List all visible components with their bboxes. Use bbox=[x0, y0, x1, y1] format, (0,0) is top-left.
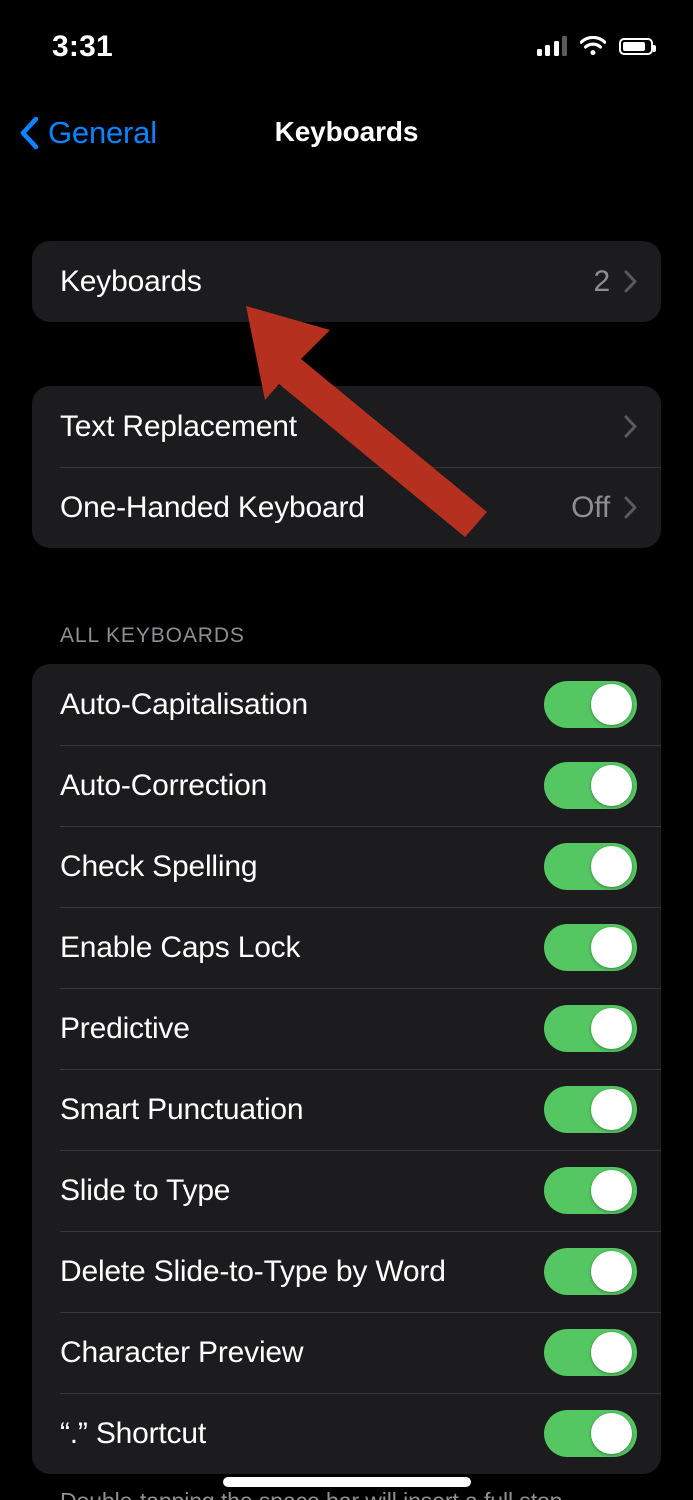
row-one-handed-keyboard[interactable]: One-Handed Keyboard Off bbox=[32, 467, 661, 548]
row-enable-caps-lock-label: Enable Caps Lock bbox=[60, 930, 301, 964]
chevron-right-icon bbox=[624, 496, 637, 519]
row-auto-correction[interactable]: Auto-Correction bbox=[32, 745, 661, 826]
row-delete-slide-to-type-by-word[interactable]: Delete Slide-to-Type by Word bbox=[32, 1231, 661, 1312]
row-keyboards-value: 2 bbox=[593, 264, 611, 298]
row-slide-to-type-control bbox=[544, 1167, 637, 1214]
battery-icon bbox=[619, 37, 656, 55]
row-auto-capitalisation-control bbox=[544, 681, 637, 728]
toggle-auto-correction[interactable] bbox=[544, 762, 637, 809]
row-check-spelling-control bbox=[544, 843, 637, 890]
row-check-spelling[interactable]: Check Spelling bbox=[32, 826, 661, 907]
toggle-enable-caps-lock[interactable] bbox=[544, 924, 637, 971]
row-enable-caps-lock[interactable]: Enable Caps Lock bbox=[32, 907, 661, 988]
toggle-character-preview[interactable] bbox=[544, 1329, 637, 1376]
keyboards-group-card: Keyboards 2 bbox=[32, 241, 661, 322]
row-auto-capitalisation[interactable]: Auto-Capitalisation bbox=[32, 664, 661, 745]
row-slide-to-type[interactable]: Slide to Type bbox=[32, 1150, 661, 1231]
row-text-replacement-label: Text Replacement bbox=[60, 409, 297, 443]
all-keyboards-card: Auto-Capitalisation Auto-Correction Chec… bbox=[32, 664, 661, 1474]
toggle-smart-punctuation[interactable] bbox=[544, 1086, 637, 1133]
row-keyboards-accessory: 2 bbox=[594, 265, 638, 299]
row-check-spelling-label: Check Spelling bbox=[60, 849, 258, 883]
row-delete-slide-to-type-by-word-label: Delete Slide-to-Type by Word bbox=[60, 1254, 446, 1288]
row-one-handed-keyboard-label: One-Handed Keyboard bbox=[60, 490, 365, 524]
home-indicator[interactable] bbox=[222, 1477, 471, 1487]
row-character-preview[interactable]: Character Preview bbox=[32, 1312, 661, 1393]
section-header-all-keyboards: ALL KEYBOARDS bbox=[60, 624, 245, 647]
cellular-signal-icon bbox=[536, 36, 567, 56]
toggle-period-shortcut[interactable] bbox=[544, 1410, 637, 1457]
status-bar: 3:31 bbox=[0, 0, 693, 92]
toggle-delete-slide-to-type-by-word[interactable] bbox=[544, 1248, 637, 1295]
row-period-shortcut-label: “.” Shortcut bbox=[60, 1416, 206, 1450]
row-text-replacement[interactable]: Text Replacement bbox=[32, 386, 661, 467]
row-smart-punctuation-label: Smart Punctuation bbox=[60, 1092, 304, 1126]
row-predictive[interactable]: Predictive bbox=[32, 988, 661, 1069]
row-keyboards-label: Keyboards bbox=[60, 264, 202, 298]
toggle-predictive[interactable] bbox=[544, 1005, 637, 1052]
row-auto-correction-label: Auto-Correction bbox=[60, 768, 268, 802]
row-auto-capitalisation-label: Auto-Capitalisation bbox=[60, 687, 309, 721]
text-group-card: Text Replacement One-Handed Keyboard Off bbox=[32, 386, 661, 548]
row-enable-caps-lock-control bbox=[544, 924, 637, 971]
chevron-right-icon bbox=[624, 415, 637, 438]
toggle-auto-capitalisation[interactable] bbox=[544, 681, 637, 728]
status-bar-time: 3:31 bbox=[52, 30, 113, 63]
row-one-handed-keyboard-accessory: Off bbox=[571, 491, 637, 525]
toggle-check-spelling[interactable] bbox=[544, 843, 637, 890]
wifi-icon bbox=[579, 35, 607, 56]
all-keyboards-footer-note: Double-tapping the space bar will insert… bbox=[60, 1486, 640, 1500]
toggle-slide-to-type[interactable] bbox=[544, 1167, 637, 1214]
row-period-shortcut[interactable]: “.” Shortcut bbox=[32, 1393, 661, 1474]
row-slide-to-type-label: Slide to Type bbox=[60, 1173, 231, 1207]
row-smart-punctuation[interactable]: Smart Punctuation bbox=[32, 1069, 661, 1150]
navigation-bar: General Keyboards bbox=[0, 104, 693, 166]
row-period-shortcut-control bbox=[544, 1410, 637, 1457]
row-keyboards[interactable]: Keyboards 2 bbox=[32, 241, 661, 322]
status-bar-icons bbox=[536, 35, 656, 56]
row-predictive-label: Predictive bbox=[60, 1011, 190, 1045]
chevron-right-icon bbox=[624, 270, 637, 293]
page-title: Keyboards bbox=[274, 116, 419, 147]
row-text-replacement-accessory bbox=[610, 415, 637, 438]
iphone-settings-keyboards-screen: 3:31 General Keyboards Keyboards 2 Text … bbox=[0, 0, 693, 1500]
row-character-preview-control bbox=[544, 1329, 637, 1376]
row-delete-slide-to-type-by-word-control bbox=[544, 1248, 637, 1295]
row-predictive-control bbox=[544, 1005, 637, 1052]
row-character-preview-label: Character Preview bbox=[60, 1335, 304, 1369]
row-one-handed-keyboard-value: Off bbox=[571, 490, 610, 524]
row-smart-punctuation-control bbox=[544, 1086, 637, 1133]
row-auto-correction-control bbox=[544, 762, 637, 809]
